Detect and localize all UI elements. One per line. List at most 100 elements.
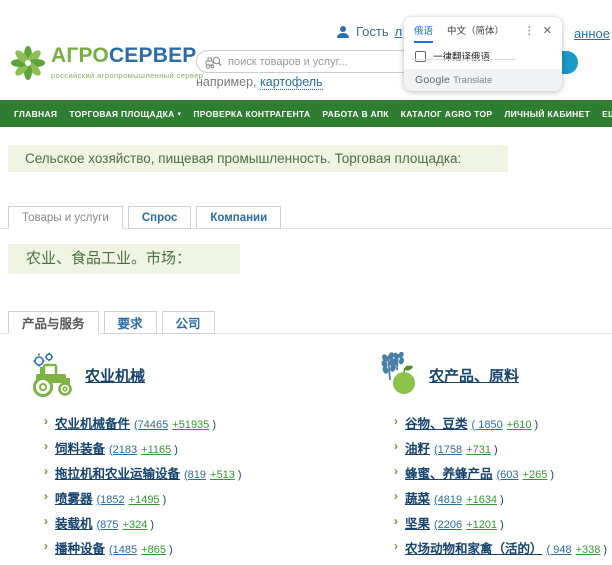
item-count: (1485 [109, 544, 137, 556]
translate-tab-source[interactable]: 俄语 [414, 17, 433, 43]
logo-tagline: российский агропромышленный сервер [51, 71, 214, 80]
chevron-down-icon: ▾ [178, 110, 182, 118]
nav-item-counterparty-check[interactable]: ПРОВЕРКА КОНТРАГЕНТА [187, 100, 316, 127]
account-link-truncated[interactable]: л [395, 24, 403, 39]
nav-item-catalog[interactable]: КАТАЛОГ AGRO TOP [395, 100, 499, 127]
item-count: (74465 [134, 419, 168, 431]
category-link[interactable]: 谷物、豆类( 1850+610 ) [405, 413, 538, 433]
guest-label: Гость [356, 24, 389, 39]
item-close: ) [209, 419, 216, 431]
kebab-menu-icon[interactable]: ⋮ [520, 24, 539, 37]
item-close: ) [147, 519, 154, 531]
translate-popup-footer: Google Translate [404, 69, 562, 91]
item-count: (603 [497, 469, 519, 481]
search-hint: например, картофель [196, 75, 323, 89]
category-link[interactable]: 蔬菜(4819+1634 ) [405, 488, 504, 508]
item-close: ) [166, 544, 173, 556]
tab-products-services[interactable]: 产品与服务 [8, 311, 99, 334]
item-name: 装载机 [55, 517, 93, 531]
list-item: ›喷雾器(1852+1495 ) [44, 485, 242, 510]
item-name: 蜂蜜、养蜂产品 [405, 467, 493, 481]
nav-item-marketplace[interactable]: ТОРГОВАЯ ПЛОЩАДКА▾ [63, 100, 187, 127]
nav-item-home[interactable]: ГЛАВНАЯ [8, 100, 63, 127]
category-link[interactable]: 播种设备(1485+865 ) [55, 538, 173, 558]
arrow-right-icon: › [394, 539, 398, 553]
always-translate-label: 一律翻译俄语 [433, 49, 490, 63]
item-count: ( 1850 [472, 419, 503, 431]
category-produce-header: 农产品、原料 [378, 352, 519, 398]
section-banner-zh: 农业、食品工业。市场： [8, 244, 240, 274]
item-added: +265 [523, 469, 548, 481]
item-count: (819 [184, 469, 206, 481]
tab-companies[interactable]: Компании [196, 206, 281, 229]
item-added: +731 [466, 444, 491, 456]
nav-label: ЕЩЁ [602, 109, 612, 119]
item-count: (2183 [109, 444, 137, 456]
category-machinery-list: ›农业机械备件(74465+51935 ) ›饲料装备(2183+1165 ) … [44, 410, 242, 560]
arrow-right-icon: › [44, 489, 48, 503]
tab-company[interactable]: 公司 [162, 311, 215, 334]
category-produce-list: ›谷物、豆类( 1850+610 ) ›油籽(1758+731 ) ›蜂蜜、养蜂… [394, 410, 607, 560]
item-close: ) [497, 519, 504, 531]
item-name: 蔬菜 [405, 492, 430, 506]
item-added: +1495 [129, 494, 160, 506]
category-link[interactable]: 饲料装备(2183+1165 ) [55, 438, 178, 458]
always-translate-row: 一律翻译俄语 [404, 43, 562, 69]
item-added: +338 [576, 544, 601, 556]
category-link[interactable]: 农业机械备件(74465+51935 ) [55, 413, 216, 433]
item-count: (1758 [434, 444, 462, 456]
arrow-right-icon: › [44, 514, 48, 528]
item-close: ) [160, 494, 167, 506]
section-banner-ru: Сельское хозяйство, пищевая промышленнос… [8, 145, 508, 172]
category-link[interactable]: 农场动物和家禽（活的）( 948+338 ) [405, 538, 607, 558]
item-name: 农场动物和家禽（活的） [405, 542, 543, 556]
item-close: ) [235, 469, 242, 481]
category-link[interactable]: 拖拉机和农业运输设备(819+513 ) [55, 463, 242, 483]
item-name: 播种设备 [55, 542, 105, 556]
nav-label: РАБОТА В АПК [322, 109, 388, 119]
nav-item-jobs[interactable]: РАБОТА В АПК [316, 100, 394, 127]
nav-item-more[interactable]: ЕЩЁ▾ [596, 100, 612, 127]
category-machinery-title[interactable]: 农业机械 [85, 365, 145, 386]
tabs-zh: 产品与服务 要求 公司 [8, 311, 215, 334]
tab-goods-services[interactable]: Товары и услуги [8, 206, 123, 229]
tabs-ru: Товары и услуги Спрос Компании [8, 206, 281, 229]
category-link[interactable]: 油籽(1758+731 ) [405, 438, 498, 458]
tab-requests[interactable]: 要求 [104, 311, 157, 334]
category-machinery-header: 农业机械 [28, 352, 145, 398]
main-navbar: ГЛАВНАЯ ТОРГОВАЯ ПЛОЩАДКА▾ ПРОВЕРКА КОНТ… [0, 100, 612, 127]
item-added: +1165 [141, 444, 171, 456]
flower-logo-icon [10, 45, 46, 81]
favorites-link-truncated[interactable]: анное [574, 26, 610, 41]
nav-label: ПРОВЕРКА КОНТРАГЕНТА [193, 109, 310, 119]
list-item: ›拖拉机和农业运输设备(819+513 ) [44, 460, 242, 485]
close-icon[interactable]: ✕ [541, 24, 554, 37]
hint-example-link[interactable]: картофель [260, 75, 323, 90]
translate-tab-target[interactable]: 中文（简体） [447, 17, 504, 43]
category-link[interactable]: 喷雾器(1852+1495 ) [55, 488, 166, 508]
tabs-divider [412, 59, 516, 60]
item-added: +51935 [172, 419, 209, 431]
item-name: 谷物、豆类 [405, 417, 468, 431]
site-logo[interactable]: АГРОСЕРВЕР.ru российский агропромышленны… [10, 45, 214, 81]
list-item: ›坚果(2206+1201 ) [394, 510, 607, 535]
category-link[interactable]: 蜂蜜、养蜂产品 (603 +265 ) [405, 463, 554, 483]
category-link[interactable]: 坚果(2206+1201 ) [405, 513, 504, 533]
arrow-right-icon: › [394, 439, 398, 453]
nav-item-account[interactable]: ЛИЧНЫЙ КАБИНЕТ [498, 100, 596, 127]
category-link[interactable]: 装载机(875+324 ) [55, 513, 154, 533]
list-item: ›农业机械备件(74465+51935 ) [44, 410, 242, 435]
translate-popup-tabs: 俄语 中文（简体） ⋮ ✕ [404, 17, 562, 43]
item-close: ) [547, 469, 554, 481]
category-produce-title[interactable]: 农产品、原料 [429, 365, 519, 386]
item-count: (1852 [97, 494, 125, 506]
arrow-right-icon: › [394, 464, 398, 478]
tab-demand[interactable]: Спрос [128, 206, 192, 229]
item-added: +1201 [466, 519, 497, 531]
nav-label: КАТАЛОГ AGRO TOP [401, 109, 493, 119]
google-translate-popup: 俄语 中文（简体） ⋮ ✕ 一律翻译俄语 Google Translate [404, 17, 562, 91]
item-name: 拖拉机和农业运输设备 [55, 467, 180, 481]
list-item: ›饲料装备(2183+1165 ) [44, 435, 242, 460]
item-count: (2206 [434, 519, 462, 531]
list-item: ›谷物、豆类( 1850+610 ) [394, 410, 607, 435]
